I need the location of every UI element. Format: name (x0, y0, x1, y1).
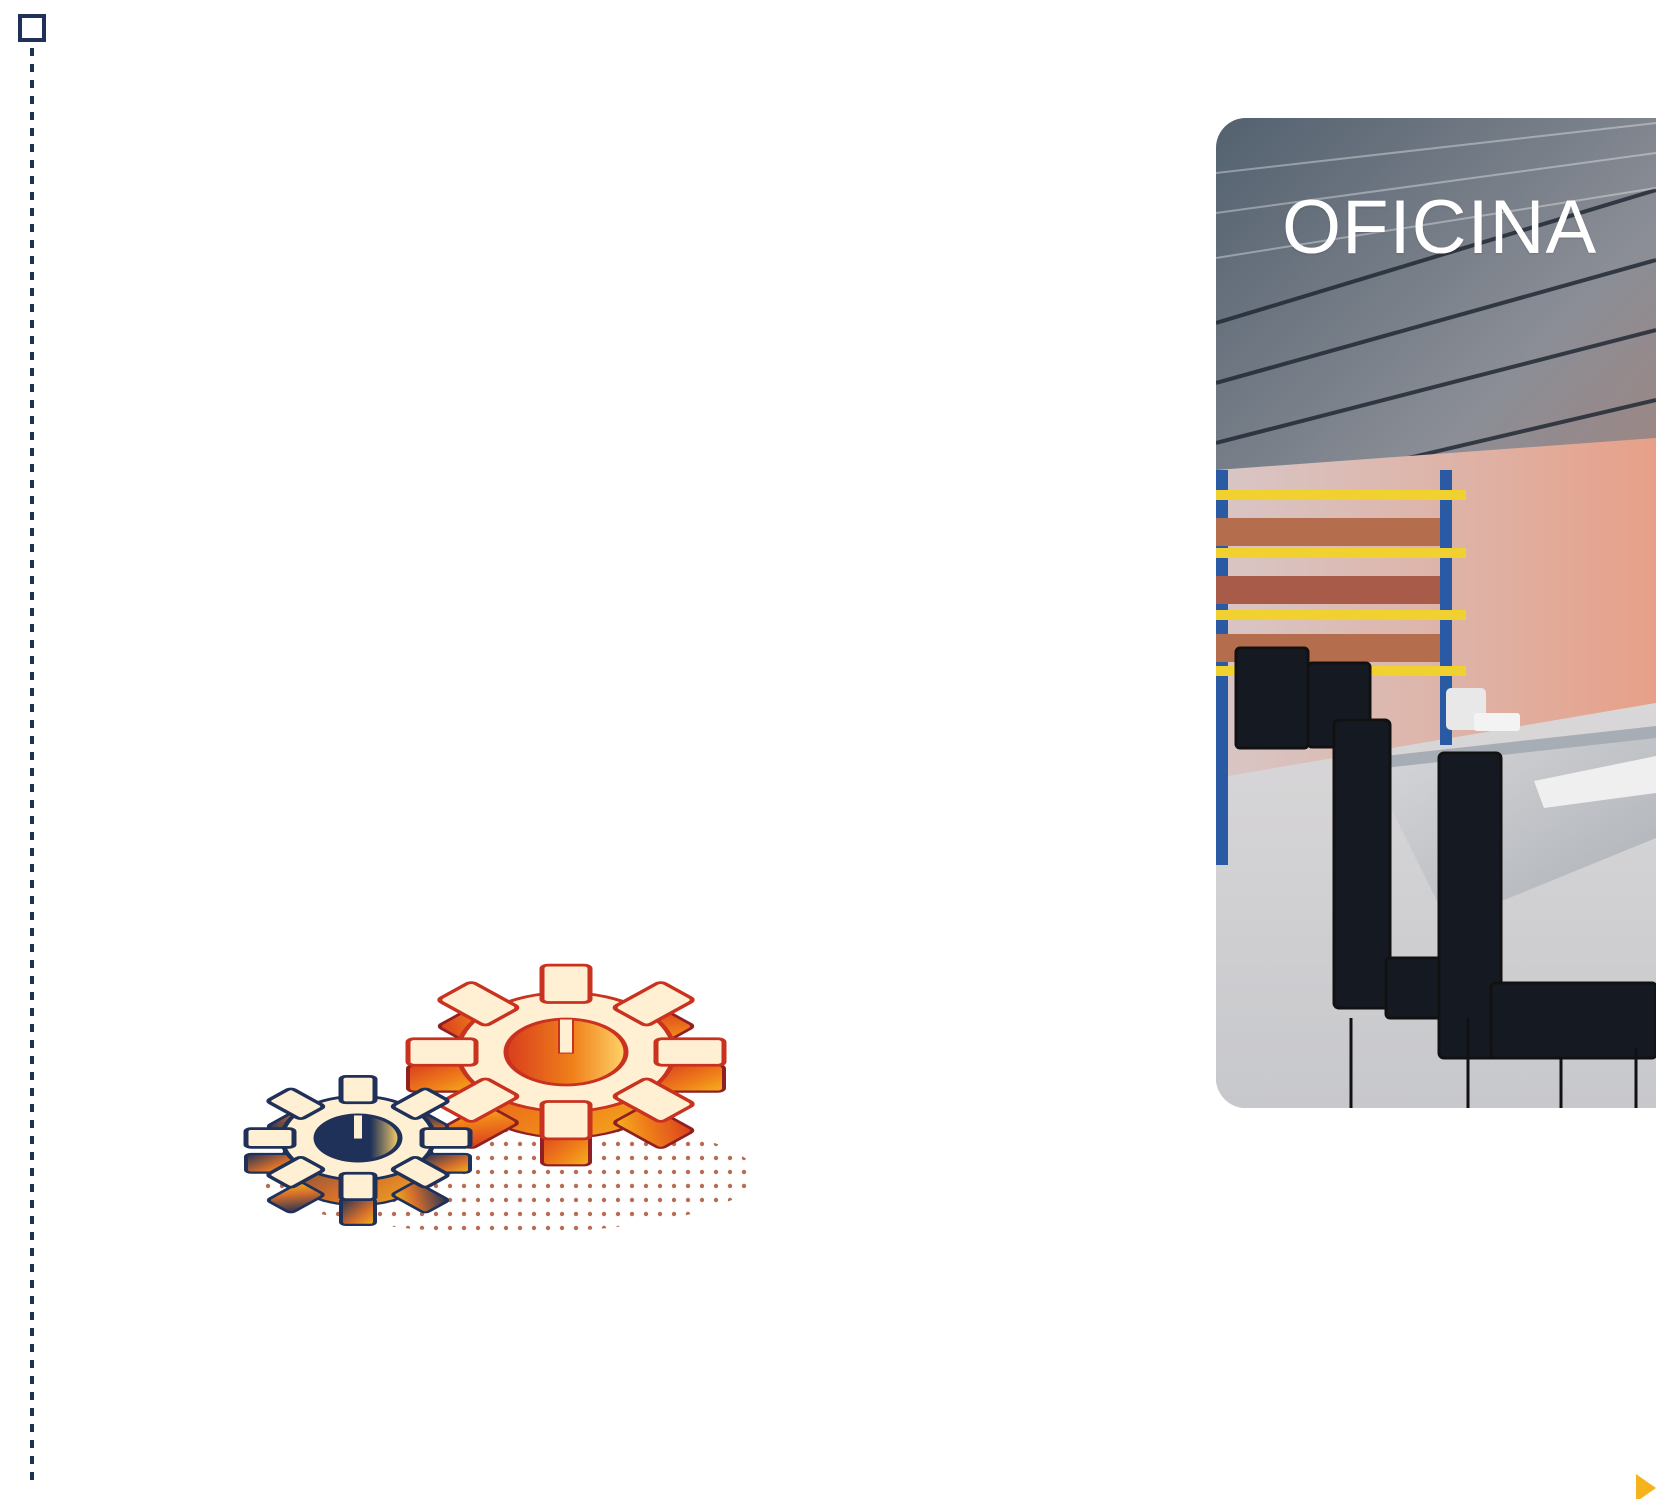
office-photo-card: OFICINA (1216, 118, 1656, 1108)
gears-icon (243, 963, 756, 1233)
arrow-right-icon (1636, 1474, 1656, 1499)
photo-title: OFICINA (1282, 185, 1598, 270)
corner-square-icon (18, 14, 46, 42)
